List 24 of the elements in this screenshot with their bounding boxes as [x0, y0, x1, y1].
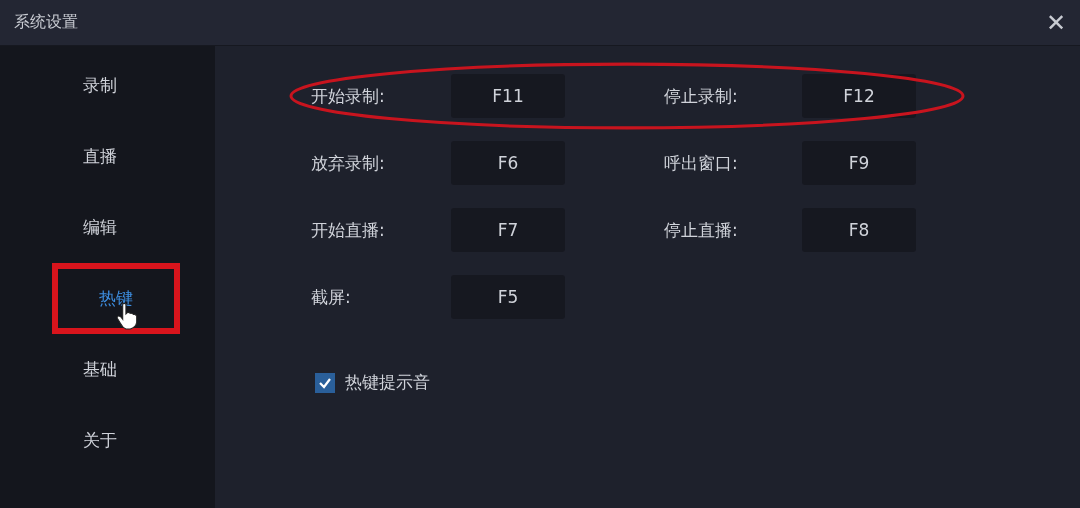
hotkey-label: 停止直播: [664, 218, 739, 242]
hotkey-field[interactable]: F8 [802, 208, 916, 252]
close-button[interactable]: ✕ [1041, 8, 1070, 37]
hotkey-label: 呼出窗口: [664, 151, 739, 175]
sidebar-item[interactable]: 关于 [36, 405, 164, 476]
hotkey-field[interactable]: F9 [802, 141, 916, 185]
sidebar-item[interactable]: 编辑 [36, 192, 164, 263]
hotkey-label: 截屏: [311, 285, 352, 309]
hotkey-field[interactable]: F5 [451, 275, 565, 319]
hotkey-label: 开始直播: [311, 218, 386, 242]
checkbox[interactable] [315, 372, 335, 393]
hotkey-field[interactable]: F7 [451, 208, 565, 252]
hotkey-field[interactable]: F12 [802, 74, 916, 118]
window-title: 系统设置 [14, 12, 78, 33]
hotkey-label: 停止录制: [664, 84, 739, 108]
hotkey-label: 开始录制: [311, 84, 386, 108]
sidebar-item[interactable]: 热键 [52, 263, 180, 334]
hotkey-field[interactable]: F6 [451, 141, 565, 185]
checkbox-label: 热键提示音 [345, 371, 430, 394]
sidebar-item[interactable]: 录制 [36, 50, 164, 121]
hotkey-label: 放弃录制: [311, 151, 386, 175]
hotkey-field[interactable]: F11 [451, 74, 565, 118]
sidebar-item[interactable]: 直播 [36, 121, 164, 192]
sidebar-item[interactable]: 基础 [36, 334, 164, 405]
